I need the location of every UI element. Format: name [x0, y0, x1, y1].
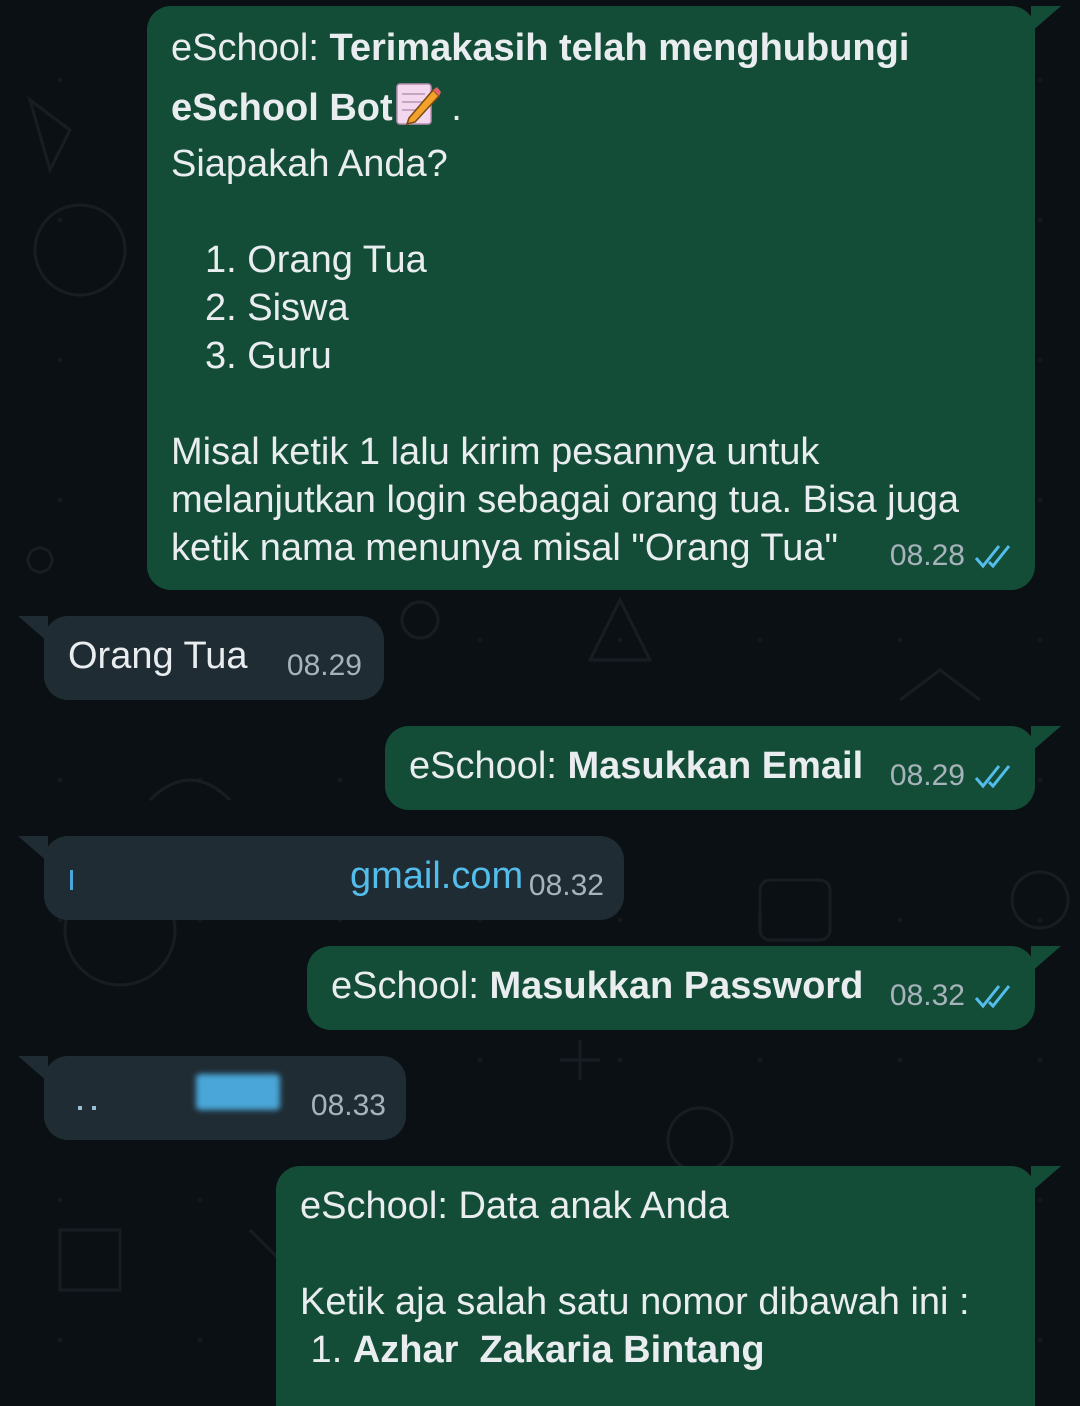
redacted-block: [196, 1074, 280, 1110]
message-time: 08.32: [889, 979, 965, 1012]
message-line: melanjutkan login sebagai orang tua. Bis…: [171, 479, 959, 521]
message-time: 08.29: [889, 759, 965, 792]
double-check-icon: [974, 765, 1011, 789]
option-item: 3. Guru: [205, 335, 332, 377]
double-check-icon: [974, 985, 1011, 1009]
option-item: 2. Siswa: [205, 287, 349, 329]
list-item: 1. Azhar Zakaria Bintang: [300, 1329, 765, 1371]
message-line: eSchool: Terimakasih telah menghubungi: [171, 27, 910, 69]
message-time: 08.32: [528, 869, 604, 902]
message-text: gmail.com: [350, 855, 524, 897]
message-line: eSchool Bot .: [171, 82, 1011, 132]
message-time: 08.28: [889, 539, 965, 572]
message-text: eSchool: Masukkan Email: [409, 745, 864, 787]
message-bubble-incoming[interactable]: 08.33: [18, 1056, 406, 1140]
message-line: eSchool: Data anak Anda: [300, 1185, 729, 1227]
message-text: Orang Tua: [68, 635, 248, 677]
message-time: 08.33: [310, 1089, 386, 1122]
message-line: Siapakah Anda?: [171, 143, 448, 185]
redacted-text: [78, 1106, 82, 1110]
message-text: eSchool: Masukkan Password: [331, 965, 864, 1007]
memo-icon: [393, 82, 441, 128]
option-item: 1. Orang Tua: [205, 239, 427, 281]
message-line: ketik nama menunya misal "Orang Tua": [171, 527, 838, 569]
redacted-text: [92, 1106, 96, 1110]
message-line: Misal ketik 1 lalu kirim pesannya untuk: [171, 431, 820, 473]
message-bubble-outgoing[interactable]: eSchool: Masukkan Password 08.32: [307, 946, 1061, 1030]
redacted-text: [70, 870, 73, 890]
message-bubble-incoming[interactable]: gmail.com 08.32: [18, 836, 624, 920]
message-bubble-outgoing[interactable]: eSchool: Masukkan Email 08.29: [385, 726, 1061, 810]
message-time: 08.29: [286, 649, 362, 682]
double-check-icon: [974, 545, 1011, 569]
message-bubble-incoming[interactable]: Orang Tua 08.29: [18, 616, 384, 700]
message-bubble-outgoing[interactable]: eSchool: Terimakasih telah menghubungi e…: [147, 6, 1061, 590]
message-line: Ketik aja salah satu nomor dibawah ini :: [300, 1281, 970, 1323]
message-bubble-outgoing[interactable]: eSchool: Data anak Anda Ketik aja salah …: [276, 1166, 1061, 1406]
